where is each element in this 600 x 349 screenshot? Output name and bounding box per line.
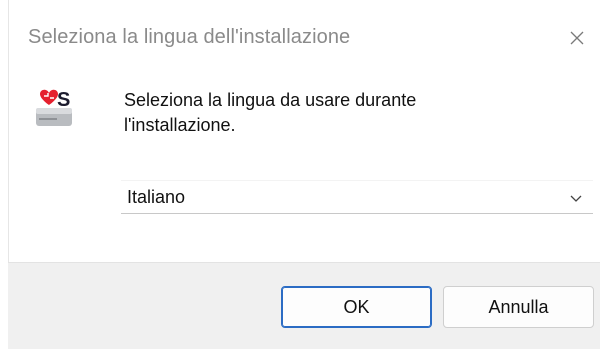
prompt-line-2: l'installazione. xyxy=(124,115,236,135)
svg-text:S: S xyxy=(57,89,70,111)
ok-button[interactable]: OK xyxy=(281,286,432,328)
language-dialog: Seleziona la lingua dell'installazione S… xyxy=(0,0,600,349)
close-icon xyxy=(570,31,584,45)
chevron-down-icon xyxy=(570,195,582,202)
language-selected-value: Italiano xyxy=(127,186,186,207)
prompt-line-1: Seleziona la lingua da usare durante xyxy=(124,90,417,110)
cancel-button[interactable]: Annulla xyxy=(443,286,594,328)
title-bar[interactable]: Seleziona la lingua dell'installazione xyxy=(0,0,600,80)
window-title: Seleziona la lingua dell'installazione xyxy=(28,26,351,48)
close-button[interactable] xyxy=(554,16,600,60)
setup-app-icon: S xyxy=(34,84,74,130)
prompt-text: Seleziona la lingua da usare durante l'i… xyxy=(124,88,544,138)
language-dropdown[interactable]: Italiano xyxy=(121,180,593,214)
